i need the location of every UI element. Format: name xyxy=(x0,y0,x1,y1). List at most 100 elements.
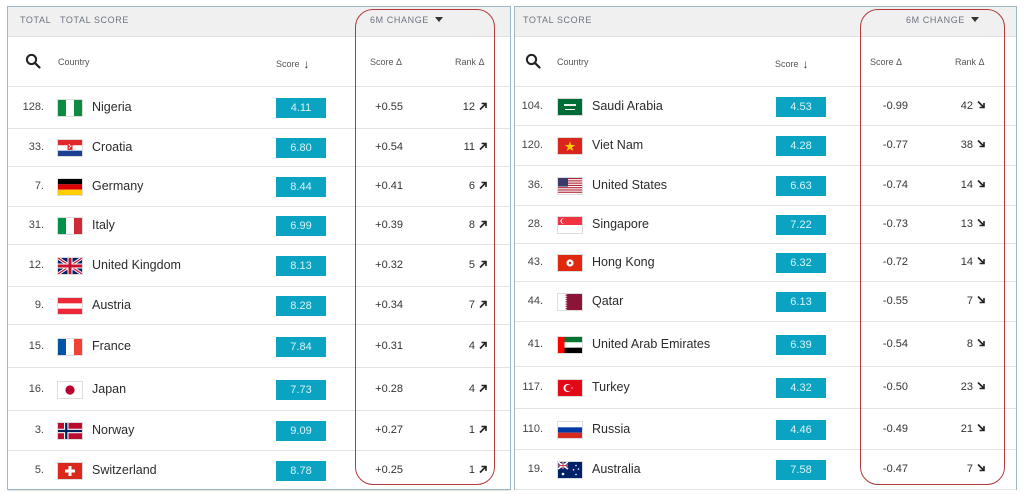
table-row[interactable]: 33. Croatia 6.80 +0.54 11 xyxy=(8,129,510,167)
score-delta-column-header[interactable]: Score Δ xyxy=(870,57,902,67)
table-row[interactable]: 5. Switzerland 8.78 +0.25 1 xyxy=(8,451,510,491)
table-row[interactable]: 44. Qatar 6.13 -0.55 7 xyxy=(515,282,1016,322)
rank-position: 41. xyxy=(527,337,543,350)
rank-change-value: 21 xyxy=(960,422,973,435)
country-name[interactable]: United Arab Emirates xyxy=(592,337,710,351)
arrow-down-right-icon xyxy=(977,295,985,304)
table-row[interactable]: 36. United States 6.63 -0.74 14 xyxy=(515,166,1016,206)
table-row[interactable]: 19. Australia 7.58 -0.47 7 xyxy=(515,450,1016,490)
rank-change-value: 42 xyxy=(960,99,973,112)
rank-change: 7 xyxy=(448,299,488,311)
rank-delta-column-header[interactable]: Rank Δ xyxy=(455,57,485,67)
score-badge: 7.58 xyxy=(776,460,826,480)
country-name[interactable]: Nigeria xyxy=(92,100,132,114)
rank-change: 14 xyxy=(946,256,986,268)
table-row[interactable]: 41. United Arab Emirates 6.39 -0.54 8 xyxy=(515,322,1016,367)
rank-change: 23 xyxy=(946,381,986,393)
country-name[interactable]: Japan xyxy=(92,382,126,396)
arrow-up-right-icon xyxy=(479,181,487,190)
rank-change-value: 14 xyxy=(960,256,973,268)
country-name[interactable]: Australia xyxy=(592,462,641,476)
rank-change: 1 xyxy=(448,424,488,436)
rank-delta-column-header[interactable]: Rank Δ xyxy=(955,57,985,67)
country-name[interactable]: Russia xyxy=(592,422,630,436)
score-column-header[interactable]: Score ↓ xyxy=(775,57,809,71)
score-badge: 8.28 xyxy=(276,296,326,316)
score-delta: -0.55 xyxy=(882,295,908,307)
arrow-down-right-icon xyxy=(977,100,985,108)
country-name[interactable]: Qatar xyxy=(592,294,623,308)
rank-change-value: 13 xyxy=(960,218,973,230)
left-ranking-panel: TOTAL TOTAL SCORE 6M CHANGE Country Scor… xyxy=(7,6,511,491)
table-row[interactable]: 7. Germany 8.44 +0.41 6 xyxy=(8,167,510,207)
search-icon[interactable] xyxy=(525,53,541,69)
rank-change: 5 xyxy=(448,259,488,271)
score-column-header[interactable]: Score ↓ xyxy=(276,57,310,71)
country-name[interactable]: United Kingdom xyxy=(92,258,181,272)
arrow-up-right-icon xyxy=(479,220,487,229)
table-row[interactable]: 104. Saudi Arabia 4.53 -0.99 42 xyxy=(515,87,1016,126)
table-row[interactable]: 16. Japan 7.73 +0.28 4 xyxy=(8,368,510,411)
rank-change-value: 14 xyxy=(960,179,973,191)
country-name[interactable]: Norway xyxy=(92,423,134,437)
right-panel-header: TOTAL SCORE 6M CHANGE xyxy=(515,7,1016,37)
country-name[interactable]: Singapore xyxy=(592,217,649,231)
total-score-tab[interactable]: TOTAL SCORE xyxy=(523,15,592,25)
country-column-header[interactable]: Country xyxy=(58,57,90,67)
country-name[interactable]: United States xyxy=(592,178,667,192)
total-score-tab[interactable]: TOTAL SCORE xyxy=(60,15,129,25)
country-name[interactable]: Croatia xyxy=(92,140,132,154)
rank-change: 4 xyxy=(448,340,488,352)
table-row[interactable]: 28. Singapore 7.22 -0.73 13 xyxy=(515,206,1016,244)
rank-change: 21 xyxy=(946,423,986,435)
rank-change-value: 23 xyxy=(960,381,973,393)
score-delta-column-header[interactable]: Score Δ xyxy=(370,57,402,67)
rank-change-value: 8 xyxy=(966,337,973,350)
arrow-down-right-icon xyxy=(977,218,985,227)
table-row[interactable]: 43. Hong Kong 6.32 -0.72 14 xyxy=(515,244,1016,282)
country-name[interactable]: Austria xyxy=(92,298,131,312)
caret-down-icon xyxy=(970,17,979,22)
score-badge: 7.73 xyxy=(276,379,326,400)
country-name[interactable]: Saudi Arabia xyxy=(592,99,663,113)
country-name[interactable]: Turkey xyxy=(592,380,630,394)
table-row[interactable]: 117. Turkey 4.32 -0.50 23 xyxy=(515,367,1016,409)
table-row[interactable]: 120. Viet Nam 4.28 -0.77 38 xyxy=(515,126,1016,166)
score-delta: -0.77 xyxy=(882,139,908,151)
rank-position: 3. xyxy=(34,424,44,436)
table-row[interactable]: 3. Norway 9.09 +0.27 1 xyxy=(8,411,510,451)
search-icon[interactable] xyxy=(25,53,41,69)
table-row[interactable]: 9. Austria 8.28 +0.34 7 xyxy=(8,287,510,325)
rank-position: 28. xyxy=(527,218,543,230)
country-name[interactable]: Italy xyxy=(92,218,115,232)
table-row[interactable]: 31. Italy 6.99 +0.39 8 xyxy=(8,207,510,245)
country-column-header[interactable]: Country xyxy=(557,57,589,67)
six-month-change-dropdown[interactable]: 6M CHANGE xyxy=(906,15,979,25)
rank-position: 44. xyxy=(527,295,543,307)
table-row[interactable]: 15. France 7.84 +0.31 4 xyxy=(8,325,510,368)
score-delta: +0.54 xyxy=(375,141,403,153)
flag-australia-icon xyxy=(557,461,583,479)
total-tab[interactable]: TOTAL xyxy=(20,15,51,25)
right-ranking-panel: TOTAL SCORE 6M CHANGE Country Score ↓ Sco… xyxy=(514,6,1017,490)
table-row[interactable]: 128. Nigeria 4.11 +0.55 12 xyxy=(8,87,510,129)
rank-change: 12 xyxy=(448,101,488,113)
table-row[interactable]: 110. Russia 4.46 -0.49 21 xyxy=(515,409,1016,450)
score-delta: +0.25 xyxy=(375,464,403,476)
six-month-change-label: 6M CHANGE xyxy=(906,15,965,25)
rank-position: 9. xyxy=(34,299,44,311)
arrow-down-right-icon xyxy=(977,338,985,346)
table-row[interactable]: 12. United Kingdom 8.13 +0.32 5 xyxy=(8,245,510,287)
rank-change: 8 xyxy=(946,338,986,350)
country-name[interactable]: Viet Nam xyxy=(592,138,643,152)
flag-saudi-arabia-icon xyxy=(557,97,583,116)
six-month-change-dropdown[interactable]: 6M CHANGE xyxy=(370,15,443,25)
rank-change: 8 xyxy=(448,219,488,231)
country-name[interactable]: France xyxy=(92,339,131,353)
country-name[interactable]: Hong Kong xyxy=(592,255,655,269)
country-name[interactable]: Switzerland xyxy=(92,463,157,477)
country-name[interactable]: Germany xyxy=(92,179,143,193)
flag-norway-icon xyxy=(57,422,83,440)
rank-change-value: 4 xyxy=(468,382,475,395)
sort-down-arrow-icon: ↓ xyxy=(303,57,310,71)
